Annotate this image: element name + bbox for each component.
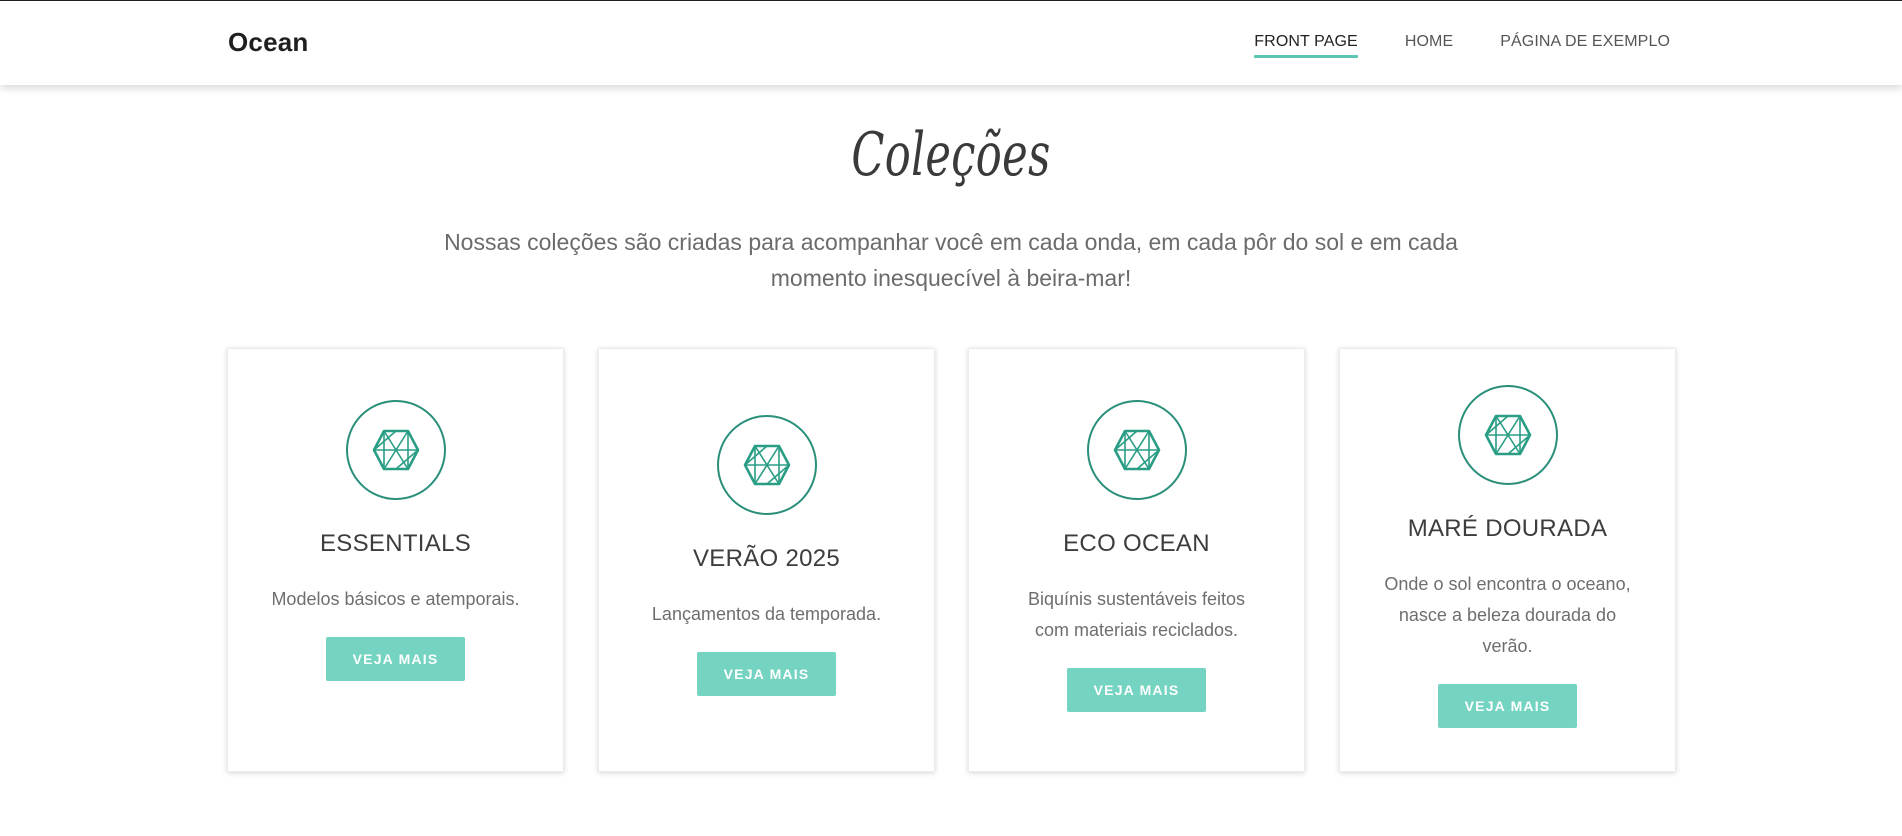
veja-mais-button[interactable]: VEJA MAIS <box>697 652 836 696</box>
site-header: Ocean FRONT PAGE HOME PÁGINA DE EXEMPLO <box>0 1 1902 85</box>
nav-item-pagina-de-exemplo[interactable]: PÁGINA DE EXEMPLO <box>1500 33 1670 58</box>
veja-mais-button[interactable]: VEJA MAIS <box>1438 684 1577 728</box>
gem-icon <box>372 429 419 471</box>
gem-icon <box>743 444 790 486</box>
card-title: ESSENTIALS <box>319 530 472 557</box>
collection-card-mare-dourada: MARÉ DOURADA Onde o sol encontra o ocean… <box>1339 348 1676 772</box>
card-title: VERÃO 2025 <box>692 545 841 572</box>
card-description: Lançamentos da temporada. <box>651 604 882 624</box>
veja-mais-button[interactable]: VEJA MAIS <box>326 637 465 681</box>
site-brand-link[interactable]: Ocean <box>228 27 309 58</box>
section-subtitle: Nossas coleções são criadas para acompan… <box>444 229 1458 291</box>
nav-item-home[interactable]: HOME <box>1405 33 1453 58</box>
card-description: Onde o sol encontra o oceano, nasce a be… <box>1384 574 1631 656</box>
veja-mais-button[interactable]: VEJA MAIS <box>1067 668 1206 712</box>
card-description: Biquínis sustentáveis feitos com materia… <box>1027 589 1246 640</box>
collection-card-verao-2025: VERÃO 2025 Lançamentos da temporada. VEJ… <box>598 348 935 772</box>
gem-icon-circle <box>716 415 817 515</box>
gem-icon-circle <box>345 400 446 500</box>
collection-card-essentials: ESSENTIALS Modelos básicos e atemporais.… <box>227 348 564 772</box>
gem-icon <box>1113 429 1160 471</box>
gem-icon <box>1484 414 1531 456</box>
card-title: ECO OCEAN <box>1063 530 1210 557</box>
collection-card-eco-ocean: ECO OCEAN Biquínis sustentáveis feitos c… <box>968 348 1305 772</box>
gem-icon-circle <box>1086 400 1187 500</box>
main-navigation: FRONT PAGE HOME PÁGINA DE EXEMPLO <box>1254 33 1670 58</box>
section-title: Coleções <box>851 120 1051 190</box>
card-description: Modelos básicos e atemporais. <box>271 589 520 609</box>
gem-icon-circle <box>1457 385 1558 485</box>
nav-item-front-page[interactable]: FRONT PAGE <box>1254 33 1358 58</box>
card-title: MARÉ DOURADA <box>1407 515 1608 542</box>
